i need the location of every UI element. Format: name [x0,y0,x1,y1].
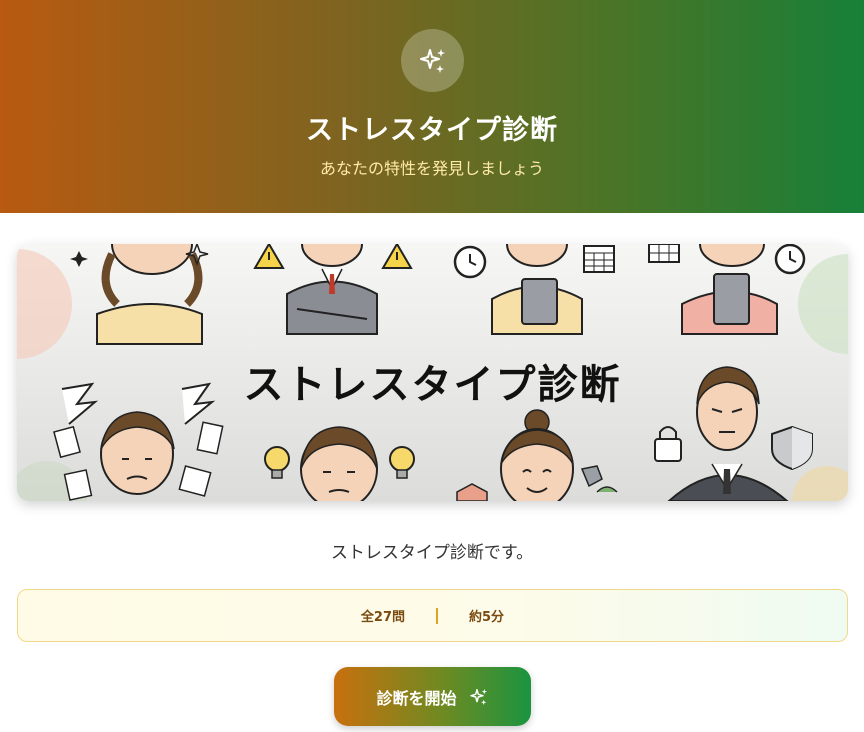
clock-icon [453,245,487,279]
header-icon-badge [401,29,464,92]
lock-icon [654,426,682,462]
illustration-person-pink-shirt [681,244,778,335]
quiz-description: ストレスタイプ診断です。 [330,543,534,563]
light-bulb-icon [264,446,290,479]
page-subtitle: あなたの特性を発見しましょう [319,159,544,178]
start-diagnosis-button[interactable]: 診断を開始 [334,667,531,726]
warning-sign-icon [253,244,285,269]
quiz-info-box: 全27問 約5分 [17,589,848,642]
shield-icon [771,425,813,471]
clock-icon [774,244,806,275]
question-count: 全27問 [360,610,406,625]
page-title: ストレスタイプ診断 [306,115,558,146]
info-divider [436,607,439,624]
warning-sign-icon [381,244,413,269]
sparkles-icon [469,688,487,705]
start-button-label: 診断を開始 [376,688,457,708]
calendar-icon [583,245,615,273]
illustration-person-smiling-woman [500,409,574,501]
header: ストレスタイプ診断 あなたの特性を発見しましょう [0,0,864,213]
light-bulb-icon [389,446,415,479]
banner-image: ストレスタイプ診断 [17,244,848,501]
illustration-person-troubled-woman [100,411,175,495]
estimated-duration: 約5分 [469,610,505,625]
illustration-person-with-tablet [491,244,583,335]
illustration-person-worried-woman [96,244,203,345]
sparkles-icon [419,48,445,73]
illustration-person-thinking-woman [300,426,378,501]
illustration-person-frustrated-man [286,244,378,335]
calendar-icon [648,244,680,263]
banner-title: ストレスタイプ診断 [243,362,622,408]
